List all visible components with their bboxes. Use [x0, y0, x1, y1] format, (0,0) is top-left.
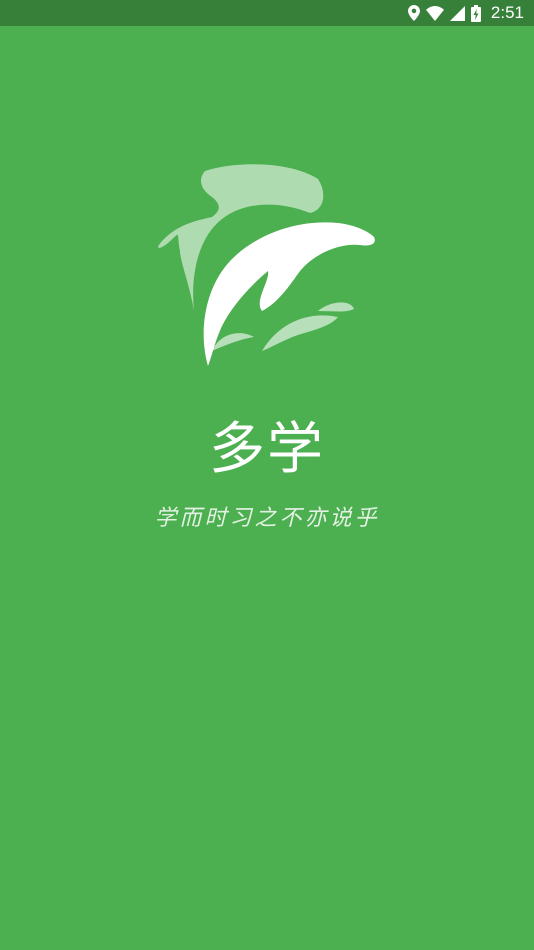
splash-wave-2: [318, 302, 354, 312]
splash-wave-1: [262, 315, 338, 351]
splash-wave-3: [212, 333, 254, 351]
dolphin-front-shape: [203, 222, 375, 366]
status-bar: 2:51: [0, 0, 534, 26]
clock: 2:51: [490, 3, 524, 22]
location-icon: [407, 5, 420, 21]
wifi-icon: [425, 5, 444, 21]
battery-charging-icon: [470, 4, 481, 22]
app-name: 多学: [209, 417, 325, 482]
signal-icon: [449, 5, 465, 21]
slogan: 学而时习之不亦说乎: [154, 506, 380, 531]
status-icons: 2:51: [407, 0, 524, 26]
dolphin-logo: [158, 164, 375, 366]
splash-screen: 多学 学而时习之不亦说乎: [0, 26, 534, 950]
